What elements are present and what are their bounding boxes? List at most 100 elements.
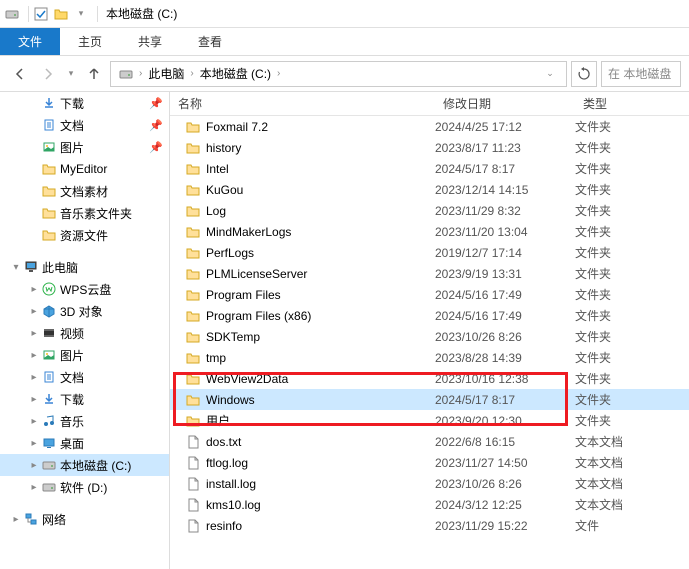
sidebar-item[interactable]: 下载📌 (0, 92, 169, 114)
search-input[interactable]: 在 本地磁盘 (601, 61, 681, 87)
file-row[interactable]: KuGou2023/12/14 14:15文件夹 (170, 179, 689, 200)
sidebar-item[interactable]: ▸网络 (0, 508, 169, 530)
file-name: MindMakerLogs (206, 225, 291, 239)
sidebar-item[interactable]: 音乐素文件夹 (0, 202, 169, 224)
file-row[interactable]: kms10.log2024/3/12 12:25文本文档 (170, 494, 689, 515)
file-row[interactable]: 用户2023/9/20 12:30文件夹 (170, 410, 689, 431)
body: 下载📌文档📌图片📌MyEditor 文档素材音乐素文件夹资源文件 ▾此电脑 ▸ WPS云… (0, 92, 689, 569)
chevron-icon[interactable]: ▸ (28, 284, 40, 295)
file-row[interactable]: dos.txt2022/6/8 16:15文本文档 (170, 431, 689, 452)
file-row[interactable]: PLMLicenseServer2023/9/19 13:31文件夹 (170, 263, 689, 284)
tab-view[interactable]: 查看 (180, 28, 240, 55)
file-row[interactable]: install.log2023/10/26 8:26文本文档 (170, 473, 689, 494)
file-type: 文件夹 (575, 202, 689, 219)
file-date: 2024/3/12 12:25 (435, 498, 575, 512)
sidebar-item[interactable]: ▸图片 (0, 344, 169, 366)
file-list[interactable]: Foxmail 7.22024/4/25 17:12文件夹history2023… (170, 116, 689, 569)
file-row[interactable]: MindMakerLogs2023/11/20 13:04文件夹 (170, 221, 689, 242)
sidebar-item[interactable]: MyEditor (0, 158, 169, 180)
sidebar-item[interactable]: ▸音乐 (0, 410, 169, 432)
file-icon (184, 498, 202, 512)
chevron-icon[interactable]: ▾ (10, 262, 22, 273)
file-date: 2023/11/20 13:04 (435, 225, 575, 239)
nav-recent-dropdown[interactable]: ▾ (64, 62, 78, 86)
sidebar-item[interactable]: ▸ WPS云盘 (0, 278, 169, 300)
sidebar-item[interactable]: ▸3D 对象 (0, 300, 169, 322)
sidebar-item[interactable]: 图片📌 (0, 136, 169, 158)
file-date: 2023/10/16 12:38 (435, 372, 575, 386)
file-name: PerfLogs (206, 246, 254, 260)
chevron-icon[interactable]: ▸ (28, 306, 40, 317)
folder-icon (184, 351, 202, 365)
breadcrumb[interactable]: › 此电脑 › 本地磁盘 (C:) › ⌄ (110, 61, 567, 87)
chevron-icon[interactable]: ▸ (28, 328, 40, 339)
column-type[interactable]: 类型 (575, 95, 689, 112)
chevron-icon[interactable]: ▸ (28, 394, 40, 405)
file-name: kms10.log (206, 498, 261, 512)
file-row[interactable]: WebView2Data2023/10/16 12:38文件夹 (170, 368, 689, 389)
drive-icon (4, 6, 20, 22)
nav-up-button[interactable] (82, 62, 106, 86)
sidebar-item[interactable]: ▸桌面 (0, 432, 169, 454)
file-row[interactable]: PerfLogs2019/12/7 17:14文件夹 (170, 242, 689, 263)
file-row[interactable]: ftlog.log2023/11/27 14:50文本文档 (170, 452, 689, 473)
file-row[interactable]: Intel2024/5/17 8:17文件夹 (170, 158, 689, 179)
file-name: Log (206, 204, 226, 218)
sidebar-item[interactable]: ▸文档 (0, 366, 169, 388)
checkbox-icon[interactable] (33, 6, 49, 22)
tab-home[interactable]: 主页 (60, 28, 120, 55)
file-row[interactable]: history2023/8/17 11:23文件夹 (170, 137, 689, 158)
file-row[interactable]: Log2023/11/29 8:32文件夹 (170, 200, 689, 221)
file-row[interactable]: Foxmail 7.22024/4/25 17:12文件夹 (170, 116, 689, 137)
file-row[interactable]: SDKTemp2023/10/26 8:26文件夹 (170, 326, 689, 347)
refresh-button[interactable] (571, 61, 597, 87)
separator (97, 6, 98, 22)
chevron-icon[interactable]: ▸ (28, 416, 40, 427)
folder-icon (184, 414, 202, 428)
folder-icon (184, 267, 202, 281)
file-row[interactable]: Program Files (x86)2024/5/16 17:49文件夹 (170, 305, 689, 326)
chevron-icon[interactable]: ▸ (28, 372, 40, 383)
column-date[interactable]: 修改日期 (435, 95, 575, 112)
sidebar-item-label: 文档素材 (60, 183, 108, 200)
chevron-right-icon[interactable]: › (277, 68, 280, 79)
pin-icon: 📌 (149, 119, 163, 132)
breadcrumb-dropdown[interactable]: ⌄ (538, 62, 562, 86)
breadcrumb-root[interactable]: 此电脑 (144, 65, 188, 82)
sidebar[interactable]: 下载📌文档📌图片📌MyEditor 文档素材音乐素文件夹资源文件 ▾此电脑 ▸ WPS云… (0, 92, 170, 569)
file-date: 2022/6/8 16:15 (435, 435, 575, 449)
window-title: 本地磁盘 (C:) (106, 5, 177, 22)
drive-icon (40, 458, 58, 472)
sidebar-item[interactable]: ▸下载 (0, 388, 169, 410)
chevron-icon[interactable]: ▸ (28, 350, 40, 361)
sidebar-item[interactable]: ▸本地磁盘 (C:) (0, 454, 169, 476)
sidebar-item[interactable]: ▾此电脑 (0, 256, 169, 278)
file-type: 文件夹 (575, 265, 689, 282)
file-row[interactable]: tmp2023/8/28 14:39文件夹 (170, 347, 689, 368)
dropdown-icon[interactable]: ▾ (73, 6, 89, 22)
breadcrumb-current[interactable]: 本地磁盘 (C:) (196, 65, 275, 82)
chevron-icon[interactable]: ▸ (28, 438, 40, 449)
chevron-icon[interactable]: ▸ (10, 514, 22, 525)
file-row[interactable]: Windows2024/5/17 8:17文件夹 (170, 389, 689, 410)
file-name: 用户 (206, 412, 230, 429)
column-name[interactable]: 名称 (170, 95, 435, 112)
nav-back-button[interactable] (8, 62, 32, 86)
chevron-right-icon[interactable]: › (190, 68, 193, 79)
sidebar-item-label: WPS云盘 (60, 281, 111, 298)
tab-share[interactable]: 共享 (120, 28, 180, 55)
sidebar-item[interactable]: ▸软件 (D:) (0, 476, 169, 498)
folder-icon (184, 204, 202, 218)
chevron-icon[interactable]: ▸ (28, 460, 40, 471)
chevron-icon[interactable]: ▸ (28, 482, 40, 493)
file-row[interactable]: resinfo2023/11/29 15:22文件 (170, 515, 689, 536)
sidebar-item[interactable]: 文档素材 (0, 180, 169, 202)
tab-file[interactable]: 文件 (0, 28, 60, 55)
file-row[interactable]: Program Files2024/5/16 17:49文件夹 (170, 284, 689, 305)
sidebar-item-label: 音乐素文件夹 (60, 205, 132, 222)
nav-forward-button[interactable] (36, 62, 60, 86)
sidebar-item[interactable]: ▸视频 (0, 322, 169, 344)
chevron-right-icon[interactable]: › (139, 68, 142, 79)
sidebar-item[interactable]: 文档📌 (0, 114, 169, 136)
sidebar-item[interactable]: 资源文件 (0, 224, 169, 246)
